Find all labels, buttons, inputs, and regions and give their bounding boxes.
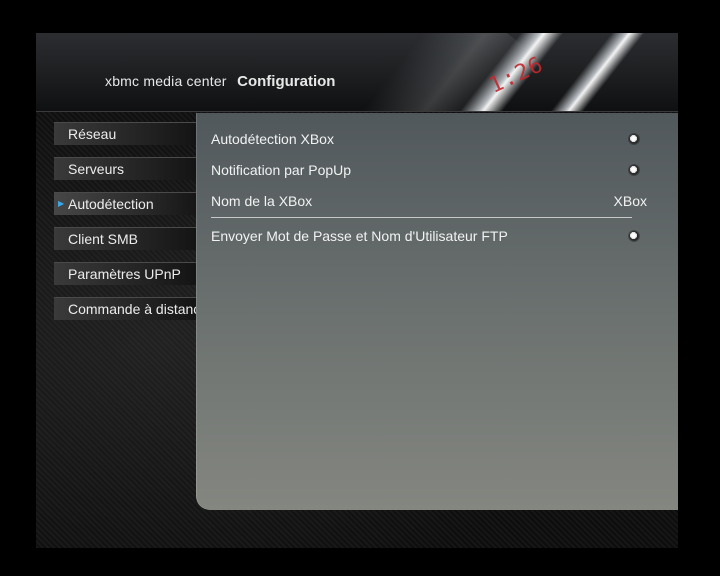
sidebar-item-label: Client SMB bbox=[68, 231, 139, 247]
radio-indicator-icon[interactable] bbox=[629, 165, 639, 175]
setting-autodetect-xbox[interactable]: Autodétection XBox bbox=[211, 127, 639, 151]
sidebar-item-label: Autodétection bbox=[68, 196, 154, 212]
header-banner: 1:26 xbmc media center Configuration bbox=[36, 33, 678, 112]
sidebar-item-label: Commande à distance bbox=[68, 301, 196, 317]
sidebar: Réseau Serveurs ▶ Autodétection Client S… bbox=[54, 122, 196, 332]
setting-label: Notification par PopUp bbox=[211, 162, 352, 178]
sidebar-item-label: Réseau bbox=[68, 126, 117, 142]
sidebar-item-upnp[interactable]: Paramètres UPnP bbox=[54, 262, 196, 285]
settings-panel: Autodétection XBox Notification par PopU… bbox=[196, 113, 678, 510]
app-name: xbmc media center bbox=[105, 73, 227, 89]
setting-label: Nom de la XBox bbox=[211, 193, 313, 209]
sidebar-item-remote[interactable]: Commande à distance bbox=[54, 297, 196, 320]
setting-label: Autodétection XBox bbox=[211, 131, 334, 147]
selected-arrow-icon: ▶ bbox=[58, 199, 65, 208]
setting-popup-notification[interactable]: Notification par PopUp bbox=[211, 158, 639, 182]
sidebar-item-label: Serveurs bbox=[68, 161, 125, 177]
sidebar-item-serveurs[interactable]: Serveurs bbox=[54, 157, 196, 180]
radio-indicator-icon[interactable] bbox=[629, 231, 639, 241]
divider bbox=[211, 217, 632, 218]
sidebar-item-reseau[interactable]: Réseau bbox=[54, 122, 196, 145]
setting-xbox-name[interactable]: Nom de la XBox XBox bbox=[211, 189, 647, 213]
brand: xbmc media center Configuration bbox=[105, 73, 335, 90]
setting-send-ftp-credentials[interactable]: Envoyer Mot de Passe et Nom d'Utilisateu… bbox=[211, 224, 639, 248]
radio-indicator-icon[interactable] bbox=[629, 134, 639, 144]
sidebar-item-label: Paramètres UPnP bbox=[68, 266, 181, 282]
sidebar-item-autodetection[interactable]: ▶ Autodétection bbox=[54, 192, 196, 215]
sidebar-item-client-smb[interactable]: Client SMB bbox=[54, 227, 196, 250]
page-title: Configuration bbox=[237, 73, 336, 90]
setting-value: XBox bbox=[613, 193, 647, 209]
screen: 1:26 xbmc media center Configuration Rés… bbox=[36, 33, 678, 548]
setting-label: Envoyer Mot de Passe et Nom d'Utilisateu… bbox=[211, 228, 508, 244]
